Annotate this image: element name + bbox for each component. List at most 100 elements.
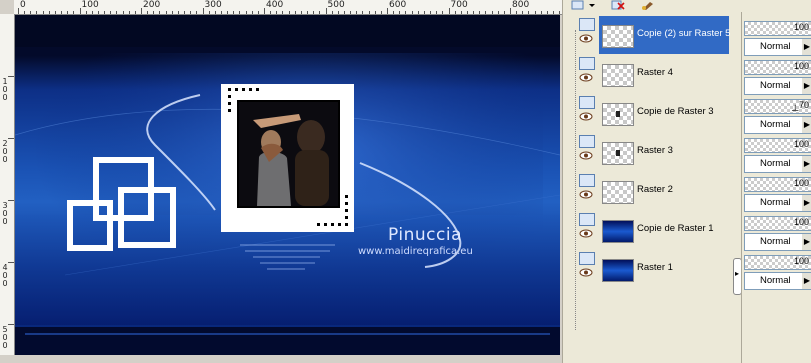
ruler-left-mark bbox=[8, 262, 14, 263]
blend-mode-select[interactable]: Normal ▶ bbox=[744, 155, 811, 173]
artwork-canvas[interactable]: Pinuccia www.maidireqrafica.eu bbox=[15, 15, 560, 355]
ruler-top-minor-mark bbox=[110, 11, 112, 14]
visibility-eye-icon[interactable] bbox=[579, 190, 593, 199]
blend-mode-select[interactable]: Normal ▶ bbox=[744, 77, 811, 95]
blend-mode-select[interactable]: Normal ▶ bbox=[744, 272, 811, 290]
layer-row[interactable]: Raster 1 bbox=[579, 250, 729, 288]
ruler-top-minor-mark bbox=[227, 11, 229, 14]
ruler-top: 0100200300400500600700800900 bbox=[14, 0, 562, 15]
layer-name-box[interactable]: Raster 1 bbox=[599, 250, 729, 288]
ruler-top-minor-mark bbox=[528, 11, 530, 14]
blend-mode-label: Normal bbox=[760, 236, 791, 247]
blend-mode-select[interactable]: Normal ▶ bbox=[744, 194, 811, 212]
opacity-slider[interactable]: 70 ┴ bbox=[744, 99, 811, 115]
layer-name: Raster 1 bbox=[637, 262, 673, 273]
ruler-top-minor-mark bbox=[239, 11, 241, 14]
layer-name-box[interactable]: Copie de Raster 1 bbox=[599, 211, 729, 249]
opacity-slider[interactable]: 100 bbox=[744, 138, 811, 153]
ruler-top-minor-mark bbox=[42, 11, 44, 14]
layer-row[interactable]: Copie de Raster 3 bbox=[579, 94, 729, 132]
ruler-top-minor-mark bbox=[208, 11, 210, 14]
watermark-title: Pinuccia bbox=[388, 225, 462, 245]
layer-properties-row: 100 Normal ▶ bbox=[742, 253, 811, 292]
layer-thumbnail bbox=[602, 181, 634, 204]
ruler-top-minor-mark bbox=[368, 11, 370, 14]
ruler-top-minor-mark bbox=[153, 11, 155, 14]
ruler-top-minor-mark bbox=[288, 11, 290, 14]
tube-image bbox=[237, 100, 340, 208]
layer-name-box[interactable]: Raster 3 bbox=[599, 133, 729, 171]
chevron-right-icon[interactable]: ▶ bbox=[802, 195, 811, 211]
chevron-right-icon[interactable]: ▶ bbox=[802, 117, 811, 133]
ruler-top-minor-mark bbox=[48, 11, 50, 14]
blend-mode-select[interactable]: Normal ▶ bbox=[744, 233, 811, 251]
chevron-right-icon[interactable]: ▶ bbox=[802, 273, 811, 289]
chevron-right-icon[interactable]: ▶ bbox=[802, 78, 811, 94]
visibility-eye-icon[interactable] bbox=[579, 112, 593, 121]
ruler-top-minor-mark bbox=[104, 11, 106, 14]
visibility-eye-icon[interactable] bbox=[579, 73, 593, 82]
layer-properties-row: 100 Normal ▶ bbox=[742, 175, 811, 214]
ruler-top-minor-mark bbox=[417, 11, 419, 14]
layer-row[interactable]: Raster 3 bbox=[579, 133, 729, 171]
ruler-left-mark bbox=[8, 200, 14, 201]
layer-name-box[interactable]: Copie de Raster 3 bbox=[599, 94, 729, 132]
ruler-top-minor-mark bbox=[319, 11, 321, 14]
ruler-top-mark bbox=[141, 8, 142, 14]
blend-mode-label: Normal bbox=[760, 158, 791, 169]
ruler-top-label: 600 bbox=[389, 0, 407, 10]
layer-name: Copie de Raster 3 bbox=[637, 106, 714, 117]
opacity-slider[interactable]: 100 bbox=[744, 216, 811, 231]
ruler-top-minor-mark bbox=[331, 11, 333, 14]
layer-row[interactable]: Raster 4 bbox=[579, 55, 729, 93]
blend-mode-select[interactable]: Normal ▶ bbox=[744, 116, 811, 134]
ruler-top-minor-mark bbox=[171, 11, 173, 14]
opacity-value: 100 bbox=[793, 61, 809, 71]
ruler-top-minor-mark bbox=[190, 11, 192, 14]
layer-row[interactable]: Copie de Raster 1 bbox=[579, 211, 729, 249]
layer-name-box[interactable]: Raster 4 bbox=[599, 55, 729, 93]
visibility-eye-icon[interactable] bbox=[579, 151, 593, 160]
ruler-top-minor-mark bbox=[270, 11, 272, 14]
ruler-top-minor-mark bbox=[61, 11, 63, 14]
blend-mode-select[interactable]: Normal ▶ bbox=[744, 38, 811, 56]
opacity-slider[interactable]: 100 bbox=[744, 177, 811, 192]
opacity-value: 100 bbox=[793, 139, 809, 149]
ruler-top-minor-mark bbox=[454, 11, 456, 14]
blend-mode-label: Normal bbox=[760, 275, 791, 286]
ruler-top-mark bbox=[18, 8, 19, 14]
ruler-top-minor-mark bbox=[128, 11, 130, 14]
horizontal-scrollbar[interactable] bbox=[0, 355, 562, 363]
ruler-top-minor-mark bbox=[233, 11, 235, 14]
opacity-slider[interactable]: 100 bbox=[744, 21, 811, 36]
ruler-top-label: 700 bbox=[450, 0, 468, 10]
raster-layer-icon bbox=[579, 96, 595, 109]
ruler-top-minor-mark bbox=[24, 11, 26, 14]
layer-row[interactable]: Copie (2) sur Raster 5 bbox=[579, 16, 730, 54]
ruler-top-mark bbox=[264, 8, 265, 14]
dropdown-arrow-icon[interactable] bbox=[589, 0, 595, 10]
blend-mode-label: Normal bbox=[760, 41, 791, 52]
visibility-eye-icon[interactable] bbox=[579, 268, 593, 277]
visibility-eye-icon[interactable] bbox=[579, 229, 593, 238]
layer-thumbnail bbox=[602, 220, 634, 243]
chevron-right-icon[interactable]: ▶ bbox=[802, 156, 811, 172]
delete-layer-icon[interactable] bbox=[611, 0, 625, 10]
opacity-slider[interactable]: 100 bbox=[744, 60, 811, 75]
chevron-right-icon[interactable]: ▶ bbox=[802, 39, 811, 55]
slider-pointer-icon[interactable]: ┴ bbox=[792, 105, 798, 115]
ruler-top-label: 0 bbox=[20, 0, 26, 10]
layer-row[interactable]: Raster 2 bbox=[579, 172, 729, 210]
chevron-right-icon: ▸ bbox=[735, 269, 740, 278]
layer-name-box[interactable]: Raster 2 bbox=[599, 172, 729, 210]
opacity-value: 100 bbox=[793, 256, 809, 266]
chevron-right-icon[interactable]: ▶ bbox=[802, 234, 811, 250]
layer-name-box[interactable]: Copie (2) sur Raster 5 bbox=[599, 16, 730, 54]
ruler-top-minor-mark bbox=[546, 11, 548, 14]
new-layer-icon[interactable] bbox=[571, 0, 585, 10]
ruler-top-minor-mark bbox=[67, 11, 69, 14]
opacity-slider[interactable]: 100 bbox=[744, 255, 811, 270]
visibility-eye-icon[interactable] bbox=[579, 34, 593, 43]
ruler-top-mark bbox=[510, 8, 511, 14]
brush-icon[interactable] bbox=[641, 0, 655, 10]
